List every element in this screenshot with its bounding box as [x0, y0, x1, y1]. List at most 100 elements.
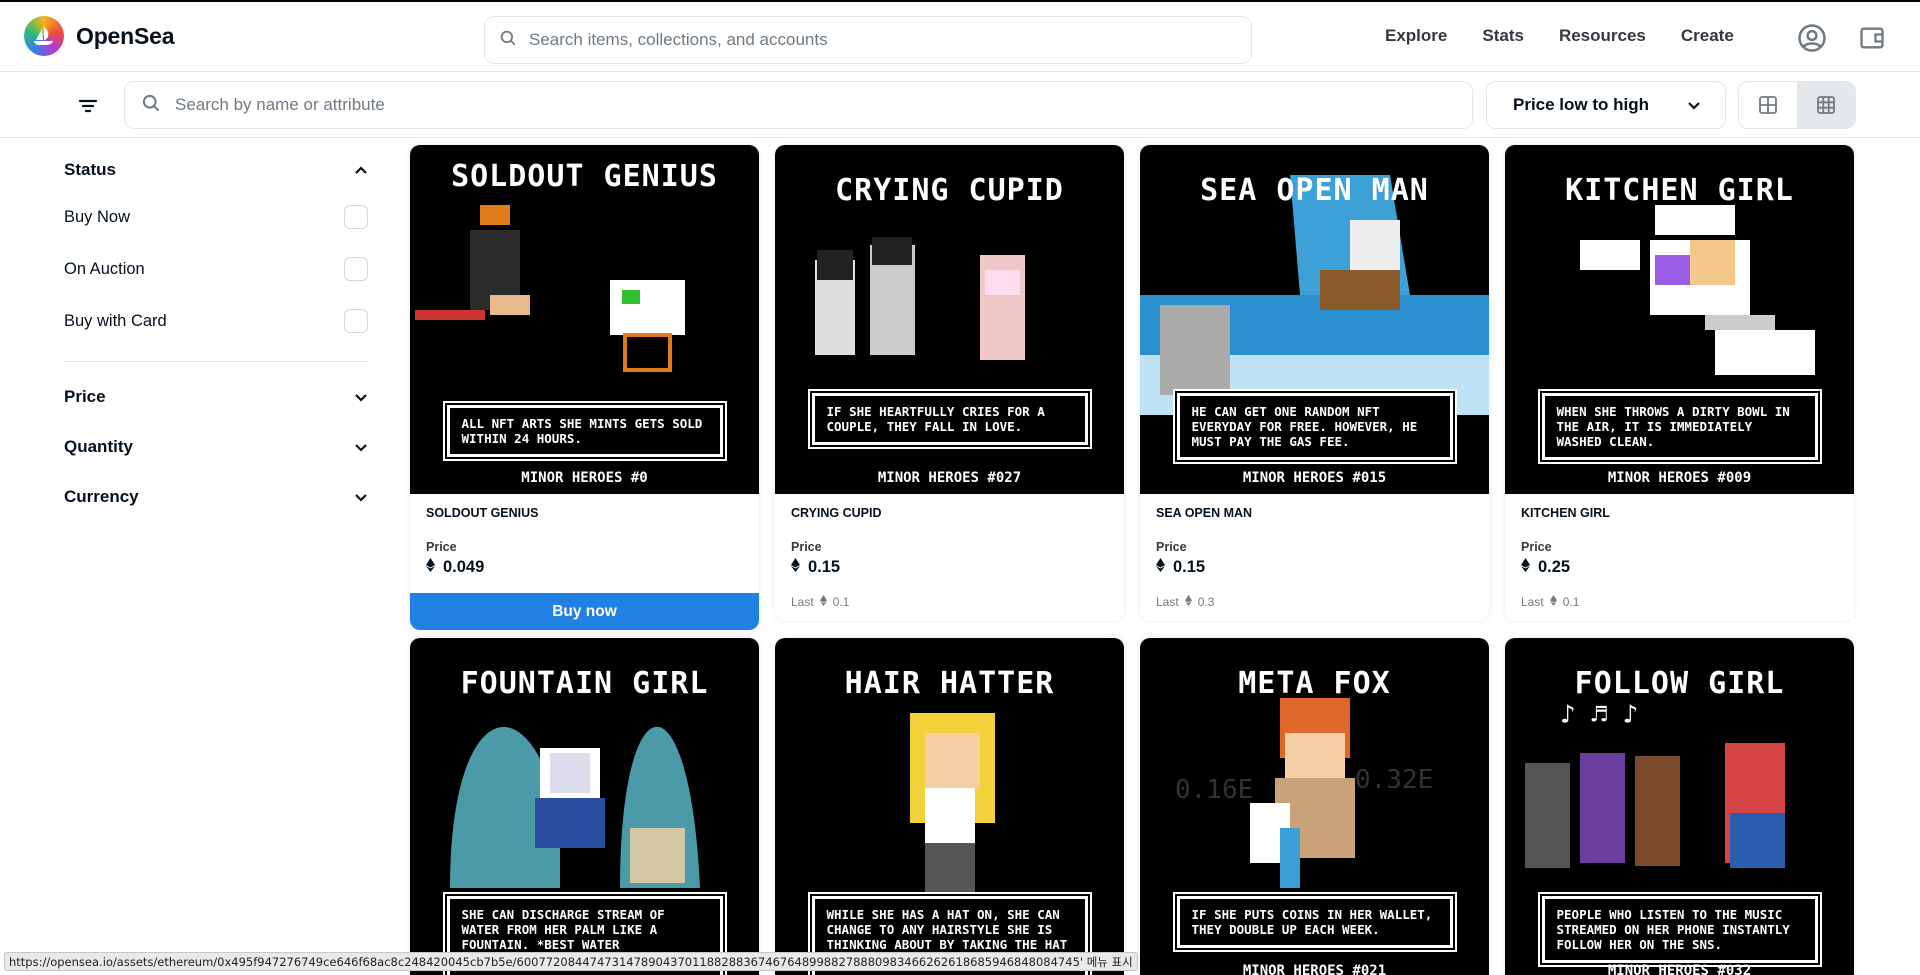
nft-artwork-title: FOLLOW GIRL	[1574, 666, 1785, 701]
nft-artwork-caption: IF SHE HEARTFULLY CRIES FOR A COUPLE, TH…	[809, 391, 1090, 447]
nft-artwork: HAIR HATTER WHILE SHE HAS A HAT ON, SHE C…	[775, 638, 1124, 975]
nft-card-info: KITCHEN GIRL Price 0.25 Last 0.1	[1505, 494, 1854, 621]
search-icon	[141, 93, 161, 118]
nft-artwork-edition: MINOR HEROES #009	[1607, 470, 1752, 486]
filter-toggle-icon[interactable]	[72, 90, 104, 122]
price-value: 0.15	[791, 558, 1108, 577]
nft-name: KITCHEN GIRL	[1521, 506, 1610, 520]
chevron-down-icon	[354, 437, 368, 457]
nft-name: CRYING CUPID	[791, 506, 882, 520]
nft-artwork: ♪ ♬ ♪ FOLLOW GIRL PEOPLE WHO LISTEN TO THE…	[1505, 638, 1854, 975]
price-label: Price	[1156, 540, 1187, 554]
nft-artwork: 0.16E 0.32E META FOX IF SHE PUTS COINS IN H…	[1140, 638, 1489, 975]
currency-section-header[interactable]: Currency	[64, 485, 368, 509]
buy-now-button[interactable]: Buy now	[410, 593, 759, 630]
filter-sidebar: Status Buy Now On Auction Buy with Card …	[64, 138, 368, 509]
last-sale-amount: 0.1	[1562, 595, 1580, 609]
status-option-on-auction[interactable]: On Auction	[64, 257, 368, 281]
nft-artwork-title: SEA OPEN MAN	[1200, 173, 1429, 208]
last-sale-label: Last	[1521, 595, 1544, 609]
price-label: Price	[1521, 540, 1552, 554]
nft-artwork: KITCHEN GIRL WHEN SHE THROWS A DIRTY BOWL…	[1505, 145, 1854, 494]
large-grid-icon[interactable]	[1739, 82, 1797, 128]
nav-create[interactable]: Create	[1681, 26, 1734, 46]
last-sale-amount: 0.3	[1197, 595, 1215, 609]
nft-artwork-edition: MINOR HEROES #032	[1607, 963, 1752, 975]
eth-icon	[791, 558, 800, 577]
status-option-buy-now[interactable]: Buy Now	[64, 205, 368, 229]
global-search[interactable]	[484, 16, 1252, 64]
attribute-search[interactable]	[124, 81, 1473, 129]
price-value: 0.049	[426, 558, 743, 577]
price-amount: 0.049	[443, 558, 485, 576]
price-value: 0.15	[1156, 558, 1473, 577]
quantity-section-header[interactable]: Quantity	[64, 435, 368, 459]
nft-card[interactable]: ♪ ♬ ♪ FOLLOW GIRL PEOPLE WHO LISTEN TO THE…	[1505, 638, 1854, 975]
nft-name: SEA OPEN MAN	[1156, 506, 1253, 520]
nav-stats[interactable]: Stats	[1482, 26, 1524, 46]
status-option-label: On Auction	[64, 259, 145, 278]
nft-artwork-caption: IF SHE PUTS COINS IN HER WALLET, THEY DO…	[1174, 894, 1455, 950]
status-section-header[interactable]: Status	[64, 158, 368, 182]
nft-card-info: SOLDOUT GENIUS Price 0.049	[410, 494, 759, 577]
status-option-label: Buy with Card	[64, 311, 167, 330]
svg-text:0.32E: 0.32E	[1355, 765, 1433, 795]
brand-name: OpenSea	[76, 22, 175, 49]
currency-section-title: Currency	[64, 487, 139, 506]
last-sale-label: Last	[791, 595, 814, 609]
price-section-header[interactable]: Price	[64, 385, 368, 409]
search-icon	[499, 29, 517, 52]
chevron-down-icon	[1687, 95, 1701, 115]
quantity-section-title: Quantity	[64, 437, 133, 456]
nft-card[interactable]: HAIR HATTER WHILE SHE HAS A HAT ON, SHE C…	[775, 638, 1124, 975]
nft-artwork-title: META FOX	[1238, 666, 1391, 701]
price-label: Price	[426, 540, 457, 554]
status-option-buy-with-card[interactable]: Buy with Card	[64, 309, 368, 333]
nft-card[interactable]: KITCHEN GIRL WHEN SHE THROWS A DIRTY BOWL…	[1505, 145, 1854, 621]
nft-artwork: SOLDOUT GENIUS ALL NFT ARTS SHE MINTS GET…	[410, 145, 759, 494]
on-auction-checkbox[interactable]	[344, 257, 368, 281]
filter-bar: Price low to high	[0, 72, 1920, 138]
eth-icon	[1184, 595, 1192, 609]
nft-artwork-edition: MINOR HEROES #0	[521, 470, 648, 486]
nft-name: SOLDOUT GENIUS	[426, 506, 539, 520]
wallet-icon[interactable]	[1856, 22, 1888, 54]
buy-now-checkbox[interactable]	[344, 205, 368, 229]
buy-with-card-checkbox[interactable]	[344, 309, 368, 333]
nft-artwork-title: HAIR HATTER	[844, 666, 1055, 701]
nft-card[interactable]: SOLDOUT GENIUS ALL NFT ARTS SHE MINTS GET…	[410, 145, 759, 630]
price-value: 0.25	[1521, 558, 1838, 577]
nft-card[interactable]: 0.16E 0.32E META FOX IF SHE PUTS COINS IN H…	[1140, 638, 1489, 975]
nft-artwork-edition: MINOR HEROES #021	[1242, 963, 1387, 975]
sort-dropdown-label: Price low to high	[1513, 95, 1650, 114]
last-sale: Last 0.1	[791, 595, 1108, 621]
last-sale-amount: 0.1	[832, 595, 850, 609]
opensea-logo[interactable]: OpenSea	[24, 16, 175, 56]
chevron-down-icon	[354, 387, 368, 407]
nft-artwork-caption: WHEN SHE THROWS A DIRTY BOWL IN THE AIR,…	[1539, 391, 1820, 462]
nft-card[interactable]: FOUNTAIN GIRL SHE CAN DISCHARGE STREAM OF…	[410, 638, 759, 975]
nft-card-info: SEA OPEN MAN Price 0.15 Last 0.3	[1140, 494, 1489, 621]
nav-icon-group	[1796, 22, 1888, 54]
svg-text:♪ ♬ ♪: ♪ ♬ ♪	[1560, 700, 1638, 730]
nft-artwork: SEA OPEN MAN HE CAN GET ONE RANDOM NFT EV…	[1140, 145, 1489, 494]
nav-resources[interactable]: Resources	[1559, 26, 1646, 46]
nft-artwork-caption: ALL NFT ARTS SHE MINTS GETS SOLD WITHIN …	[444, 403, 725, 459]
attribute-search-input[interactable]	[175, 95, 1472, 115]
eth-icon	[426, 558, 435, 577]
nft-card[interactable]: SEA OPEN MAN HE CAN GET ONE RANDOM NFT EV…	[1140, 145, 1489, 621]
main-nav: Explore Stats Resources Create	[1385, 26, 1734, 46]
global-search-input[interactable]	[529, 30, 1251, 50]
small-grid-icon[interactable]	[1797, 82, 1855, 128]
nav-explore[interactable]: Explore	[1385, 26, 1447, 46]
eth-icon	[1521, 558, 1530, 577]
svg-text:0.16E: 0.16E	[1175, 775, 1253, 805]
eth-icon	[1549, 595, 1557, 609]
nft-artwork: CRYING CUPID IF SHE HEARTFULLY CRIES FOR …	[775, 145, 1124, 494]
sort-dropdown[interactable]: Price low to high	[1486, 81, 1726, 129]
account-icon[interactable]	[1796, 22, 1828, 54]
nft-card[interactable]: CRYING CUPID IF SHE HEARTFULLY CRIES FOR …	[775, 145, 1124, 621]
last-sale: Last 0.3	[1156, 595, 1473, 621]
top-navbar: OpenSea Explore Stats Resources Create	[0, 0, 1920, 72]
price-amount: 0.15	[808, 558, 841, 576]
